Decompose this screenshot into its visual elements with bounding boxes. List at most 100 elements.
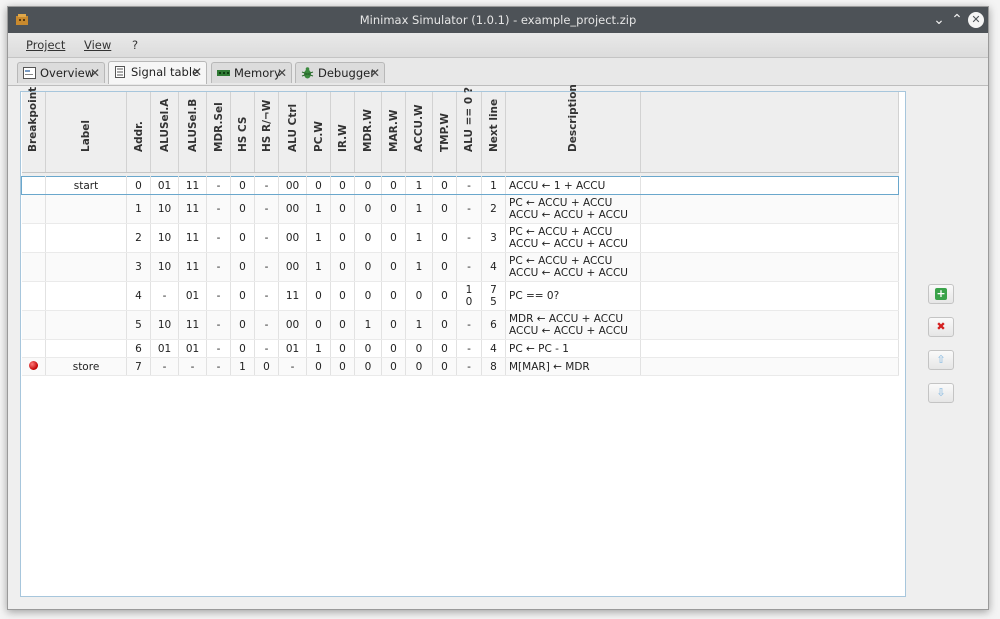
hs-rw-cell[interactable]: - (254, 223, 279, 253)
next-line-cell[interactable]: 8 (481, 357, 506, 376)
hs-cs-cell[interactable]: 0 (230, 281, 255, 311)
hs-rw-cell[interactable]: - (254, 194, 279, 224)
alu-ctrl-cell[interactable]: 00 (278, 310, 307, 340)
alusel-a-cell[interactable]: 01 (150, 176, 179, 195)
table-row[interactable]: store 7- - -1 0-0 0 0 0 0 0-8 M[MAR] ← MDR (21, 357, 899, 376)
alu-ctrl-cell[interactable]: 01 (278, 339, 307, 358)
accu-w-cell[interactable]: 0 (405, 339, 433, 358)
close-icon[interactable]: ✕ (370, 63, 380, 83)
next-line-cell[interactable]: 3 (481, 223, 506, 253)
hs-cs-cell[interactable]: 1 (230, 357, 255, 376)
pc-w-cell[interactable]: 0 (306, 357, 331, 376)
breakpoint-cell[interactable] (21, 194, 46, 224)
col-alusel-b[interactable]: ALUSel.B (178, 92, 207, 173)
tab-debugger[interactable]: Debugger ✕ (295, 62, 385, 83)
accu-w-cell[interactable]: 0 (405, 281, 433, 311)
description-cell[interactable]: ACCU ← 1 + ACCU (505, 176, 641, 195)
table-row[interactable]: 5 10 11-0-00 0 0 1 0 1 0-6 MDR ← ACCU + ACCU ACCU … (21, 310, 899, 340)
alu-ctrl-cell[interactable]: 11 (278, 281, 307, 311)
accu-w-cell[interactable]: 1 (405, 223, 433, 253)
col-ir-w[interactable]: IR.W (330, 92, 355, 173)
mdr-w-cell[interactable]: 0 (354, 223, 382, 253)
breakpoint-cell[interactable] (21, 281, 46, 311)
col-addr[interactable]: Addr. (126, 92, 151, 173)
hs-rw-cell[interactable]: - (254, 339, 279, 358)
tmp-w-cell[interactable]: 0 (432, 223, 457, 253)
move-up-button[interactable]: ⇧ (928, 350, 954, 370)
alu-zero-cell[interactable]: 10 (456, 281, 482, 311)
pc-w-cell[interactable]: 0 (306, 310, 331, 340)
tmp-w-cell[interactable]: 0 (432, 281, 457, 311)
accu-w-cell[interactable]: 1 (405, 194, 433, 224)
ir-w-cell[interactable]: 0 (330, 357, 355, 376)
table-row[interactable]: 2 10 11-0-00 1 0 0 0 1 0-3 PC ← ACCU + ACCU ACCU ←… (21, 223, 899, 253)
pc-w-cell[interactable]: 0 (306, 281, 331, 311)
mdr-w-cell[interactable]: 1 (354, 310, 382, 340)
mdr-w-cell[interactable]: 0 (354, 281, 382, 311)
col-accu-w[interactable]: ACCU.W (405, 92, 433, 173)
alusel-a-cell[interactable]: 01 (150, 339, 179, 358)
col-breakpoint[interactable]: Breakpoint (21, 87, 46, 173)
breakpoint-cell[interactable] (21, 176, 46, 195)
alusel-a-cell[interactable]: 10 (150, 194, 179, 224)
description-cell[interactable]: PC ← ACCU + ACCU ACCU ← ACCU + ACCU (505, 252, 641, 282)
hs-rw-cell[interactable]: 0 (254, 357, 279, 376)
alusel-b-cell[interactable]: 11 (178, 223, 207, 253)
description-cell[interactable]: PC ← ACCU + ACCU ACCU ← ACCU + ACCU (505, 223, 641, 253)
mdr-w-cell[interactable]: 0 (354, 357, 382, 376)
hs-rw-cell[interactable]: - (254, 310, 279, 340)
alu-zero-cell[interactable]: - (456, 357, 482, 376)
description-cell[interactable]: MDR ← ACCU + ACCU ACCU ← ACCU + ACCU (505, 310, 641, 340)
breakpoint-cell[interactable] (21, 252, 46, 282)
table-row[interactable]: 3 10 11-0-00 1 0 0 0 1 0-4 PC ← ACCU + ACCU ACCU ←… (21, 252, 899, 282)
col-mar-w[interactable]: MAR.W (381, 92, 406, 173)
next-line-cell[interactable]: 6 (481, 310, 506, 340)
alusel-b-cell[interactable]: - (178, 357, 207, 376)
mdr-sel-cell[interactable]: - (206, 194, 231, 224)
mdr-w-cell[interactable]: 0 (354, 339, 382, 358)
accu-w-cell[interactable]: 1 (405, 310, 433, 340)
addr-cell[interactable]: 7 (126, 357, 151, 376)
mdr-sel-cell[interactable]: - (206, 339, 231, 358)
pc-w-cell[interactable]: 1 (306, 194, 331, 224)
mdr-sel-cell[interactable]: - (206, 357, 231, 376)
col-alu-zero[interactable]: ALU == 0 ? (456, 87, 482, 173)
alu-ctrl-cell[interactable]: 00 (278, 223, 307, 253)
label-cell[interactable] (45, 194, 127, 224)
mdr-sel-cell[interactable]: - (206, 281, 231, 311)
alusel-a-cell[interactable]: 10 (150, 223, 179, 253)
mdr-sel-cell[interactable]: - (206, 252, 231, 282)
alu-zero-cell[interactable]: - (456, 339, 482, 358)
mdr-sel-cell[interactable]: - (206, 176, 231, 195)
accu-w-cell[interactable]: 1 (405, 176, 433, 195)
tab-overview[interactable]: Overview ✕ (17, 62, 105, 83)
col-tmp-w[interactable]: TMP.W (432, 92, 457, 173)
ir-w-cell[interactable]: 0 (330, 252, 355, 282)
alusel-b-cell[interactable]: 11 (178, 194, 207, 224)
description-cell[interactable]: PC ← ACCU + ACCU ACCU ← ACCU + ACCU (505, 194, 641, 224)
alusel-b-cell[interactable]: 11 (178, 176, 207, 195)
label-cell[interactable] (45, 281, 127, 311)
tmp-w-cell[interactable]: 0 (432, 339, 457, 358)
close-icon[interactable]: ✕ (90, 63, 100, 83)
maximize-button[interactable]: ⌃ (949, 12, 965, 28)
alusel-a-cell[interactable]: - (150, 357, 179, 376)
mdr-sel-cell[interactable]: - (206, 223, 231, 253)
addr-cell[interactable]: 2 (126, 223, 151, 253)
breakpoint-cell[interactable] (21, 339, 46, 358)
table-row[interactable]: 4-01-0-11 0 0 0 0 0 0 1 0 7 5 PC == 0? (21, 281, 899, 311)
mar-w-cell[interactable]: 0 (381, 310, 406, 340)
hs-rw-cell[interactable]: - (254, 252, 279, 282)
mar-w-cell[interactable]: 0 (381, 357, 406, 376)
minimize-button[interactable]: ⌄ (931, 12, 947, 28)
alusel-b-cell[interactable]: 01 (178, 339, 207, 358)
alusel-a-cell[interactable]: - (150, 281, 179, 311)
col-mdr-sel[interactable]: MDR.Sel (206, 92, 231, 173)
col-next-line[interactable]: Next line (481, 92, 506, 173)
mar-w-cell[interactable]: 0 (381, 176, 406, 195)
hs-cs-cell[interactable]: 0 (230, 176, 255, 195)
col-hs-rw[interactable]: HS R/¬W (254, 92, 279, 173)
mdr-w-cell[interactable]: 0 (354, 176, 382, 195)
ir-w-cell[interactable]: 0 (330, 339, 355, 358)
hs-cs-cell[interactable]: 0 (230, 310, 255, 340)
